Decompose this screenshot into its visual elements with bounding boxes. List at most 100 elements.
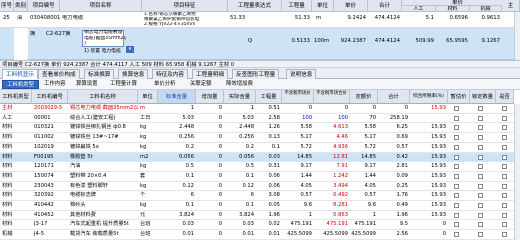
cell-price[interactable]: 475.191 xyxy=(282,220,312,229)
lcol-header-code[interactable]: 工料机编号 xyxy=(32,90,68,104)
top-scrollbar[interactable] xyxy=(514,12,520,60)
provisional-checkbox[interactable] xyxy=(454,106,459,111)
cell-add[interactable]: 0 xyxy=(196,143,222,152)
lock-qty-checkbox[interactable] xyxy=(478,193,483,199)
cell-std[interactable]: 0.056 xyxy=(158,153,194,162)
table-row[interactable]: 材料 410452 其他材料费元 3.824 0 3.824 1.96 1 0.863 1 1.96… xyxy=(0,211,520,221)
lock-qty-checkbox[interactable] xyxy=(478,164,483,170)
cell-name[interactable]: 汽车式起重机 提升质量5t xyxy=(70,220,138,229)
cell-price[interactable]: 14.85 xyxy=(282,153,312,162)
cell-std[interactable]: 0.5 xyxy=(158,162,194,171)
provisional-checkbox[interactable] xyxy=(454,232,459,238)
quantity-calc-button[interactable]: 工程量计算 xyxy=(106,80,141,89)
provisional-checkbox[interactable] xyxy=(454,135,459,141)
cell-price[interactable]: 5.17 xyxy=(282,133,312,142)
cell-add[interactable]: 0 xyxy=(196,133,222,142)
col-header-feature[interactable]: 项目特征 xyxy=(142,0,228,12)
lcol-header-price[interactable]: 不含税市场价 xyxy=(282,90,314,104)
cell-name[interactable]: 载货汽车 装载质量5t xyxy=(70,230,138,239)
flag-checkbox[interactable] xyxy=(502,173,507,179)
cell-code[interactable]: 120171 xyxy=(34,162,68,171)
cell-add[interactable]: 0 xyxy=(196,162,222,171)
cell-actual[interactable]: 2.448 xyxy=(224,123,254,132)
lock-qty-checkbox[interactable] xyxy=(478,154,483,160)
labor-material-type-button[interactable]: 工料机类型 xyxy=(2,80,39,89)
cell-std[interactable]: 2.448 xyxy=(158,123,194,132)
col-header-main-material[interactable]: 主 xyxy=(502,0,520,12)
flag-checkbox[interactable] xyxy=(502,164,507,170)
cell-add[interactable]: 0 xyxy=(196,201,222,210)
work-content-button[interactable]: 工作内容 xyxy=(40,80,70,89)
cell-add[interactable]: 0 xyxy=(196,211,222,220)
cell-std[interactable]: 5.03 xyxy=(158,114,194,123)
col-header-qty-expr[interactable]: 工程量表达式 xyxy=(228,0,282,12)
cell-name[interactable]: 有色漆 塑料脚轩 xyxy=(70,182,138,191)
cell-code[interactable]: 150074 xyxy=(34,172,68,181)
lock-qty-checkbox[interactable] xyxy=(478,183,483,189)
lock-qty-checkbox[interactable] xyxy=(478,125,483,131)
provisional-checkbox[interactable] xyxy=(454,222,459,228)
cell-std[interactable]: 0.12 xyxy=(158,182,194,191)
cell-add[interactable]: 0 xyxy=(196,220,222,229)
col-header-type[interactable]: 类别 xyxy=(14,0,28,12)
cell-code[interactable]: 011002 xyxy=(34,133,68,142)
cell-code[interactable]: 410442 xyxy=(34,201,68,210)
cell-actual[interactable]: 0.1 xyxy=(224,172,254,181)
flag-checkbox[interactable] xyxy=(502,125,507,131)
cell-actual[interactable]: 0.03 xyxy=(224,220,254,229)
cell-code[interactable]: F00195 xyxy=(34,153,68,162)
cell-std[interactable]: 0.01 xyxy=(158,230,194,239)
cell-price[interactable]: 0 xyxy=(282,104,312,113)
provisional-checkbox[interactable] xyxy=(454,193,459,199)
lock-qty-checkbox[interactable] xyxy=(478,135,483,141)
provisional-checkbox[interactable] xyxy=(454,212,459,218)
cell-add[interactable]: 0 xyxy=(196,104,222,113)
cell-code[interactable]: 010321 xyxy=(34,123,68,132)
cell-name[interactable]: 镀锌扁铁 5x xyxy=(70,143,138,152)
table-row[interactable]: 材料 410442 棉纱头 kg 0.1 0 0.1 0.05 9.6 8.281 9.6 0.49 1… xyxy=(0,201,520,211)
lower-scrollbar[interactable] xyxy=(514,104,520,240)
cell-price[interactable]: 4.05 xyxy=(282,182,312,191)
flag-checkbox[interactable] xyxy=(502,193,507,199)
tab-standard-conversion[interactable]: 标准换算 xyxy=(84,69,115,79)
table-row[interactable]: 材料 320392 电缆标志牌个 6 0 6 3.08 0.57 0.492 0.57 1.76 15… xyxy=(0,191,520,202)
cell-name[interactable]: 棉纱头 xyxy=(70,201,138,210)
lock-qty-checkbox[interactable] xyxy=(478,203,483,208)
cell-actual[interactable]: 0.056 xyxy=(224,153,254,162)
flag-checkbox[interactable] xyxy=(502,135,507,141)
cell-code[interactable]: 230043 xyxy=(34,182,68,191)
cell-price[interactable]: 425.5099 xyxy=(282,230,312,239)
lock-qty-checkbox[interactable] xyxy=(478,212,483,218)
cell-code[interactable]: J4-5 xyxy=(34,230,68,239)
table-row[interactable]: 材料 230043 有色漆 塑料脚轩 kg 0.12 0 0.12 0.06 4.05 3.494… xyxy=(0,182,520,192)
flag-checkbox[interactable] xyxy=(502,144,507,150)
col-header-code[interactable]: 项目编号 xyxy=(28,0,60,12)
lock-qty-checkbox[interactable] xyxy=(478,115,483,121)
table-row[interactable]: 材料 J3-17 汽车式起重机 提升质量5t 台班 0.03 0 0.03 0.02 475.1… xyxy=(0,220,520,231)
col-header-name[interactable]: 项目名称 xyxy=(60,0,142,12)
lcol-header-provisional[interactable]: 暂估价 xyxy=(448,90,470,104)
tab-quantity-details[interactable]: 工程量明细 xyxy=(192,69,228,79)
provisional-checkbox[interactable] xyxy=(454,154,459,160)
col-header-unit[interactable]: 单位 xyxy=(312,0,334,12)
flag-checkbox[interactable] xyxy=(502,232,507,238)
cell-price[interactable]: 0.57 xyxy=(282,191,312,200)
lcol-header-type[interactable]: 工料机类型 xyxy=(0,90,32,104)
cell-add[interactable]: 0 xyxy=(196,191,222,200)
table-row[interactable]: 主材 2003029-5 铜芯电力电缆 截面35mm2以下 m 1 0 1 0.51 0 0 0 0 1… xyxy=(0,104,520,114)
cell-add[interactable]: 0 xyxy=(196,172,222,181)
provisional-checkbox[interactable] xyxy=(454,115,459,121)
row1-qty-expr[interactable]: 51.33 xyxy=(230,15,245,22)
lcol-header-std-qty[interactable]: 标准含量 xyxy=(158,90,196,104)
cell-name[interactable]: 镀锌铁丝绑扎钢丝 ф0.8 xyxy=(70,123,138,132)
lock-qty-checkbox[interactable] xyxy=(478,106,483,111)
tab-description[interactable]: 说明信息 xyxy=(286,69,317,79)
cell-std[interactable]: 1 xyxy=(158,104,194,113)
cell-add[interactable]: 0 xyxy=(196,182,222,191)
cell-code[interactable]: 320392 xyxy=(34,191,68,200)
cell-name[interactable]: 铜芯电力电缆 截面35mm2以下 xyxy=(70,104,138,113)
lcol-header-total[interactable]: 合计 xyxy=(378,90,410,104)
flag-checkbox[interactable] xyxy=(502,106,507,111)
flag-checkbox[interactable] xyxy=(502,154,507,160)
table-row[interactable]: 材料 102019 镀锌扁铁 5x kg 0.2 0 0.2 0.1 5.72 4.936 5.72… xyxy=(0,143,520,153)
